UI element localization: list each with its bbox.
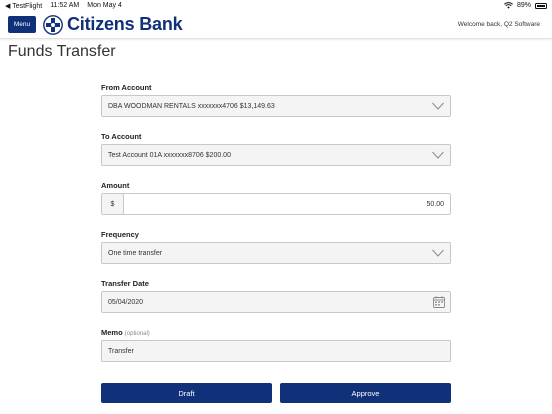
chevron-down-icon [432,151,444,159]
amount-input[interactable]: $ 50.00 [101,193,451,215]
memo-input[interactable]: Transfer [101,340,451,362]
frequency-select[interactable]: One time transfer [101,242,451,264]
chevron-down-icon [432,102,444,110]
from-account-label: From Account [101,83,152,92]
app-header: Menu Citizens Bank Welcome back, Q2 Soft… [0,11,552,39]
status-date: Mon May 4 [87,2,122,9]
status-bar: ◀ TestFlight 11:52 AM Mon May 4 89% [0,0,552,11]
citizens-logo-icon [43,14,63,35]
status-right: 89% [504,2,547,9]
back-to-app[interactable]: ◀ TestFlight [5,2,42,10]
from-account-select[interactable]: DBA WOODMAN RENTALS xxxxxxx4706 $13,149.… [101,95,451,117]
menu-button[interactable]: Menu [8,16,36,33]
memo-label: Memo (optional) [101,328,150,337]
memo-optional-text: (optional) [124,331,150,337]
frequency-value: One time transfer [108,249,163,257]
amount-value: 50.00 [426,200,444,208]
memo-value: Transfer [108,347,134,355]
chevron-down-icon [432,249,444,257]
status-left: ◀ TestFlight 11:52 AM Mon May 4 [5,2,122,10]
memo-label-text: Memo [101,328,123,337]
to-account-select[interactable]: Test Account 01A xxxxxxx8706 $200.00 [101,144,451,166]
battery-icon [535,2,547,9]
frequency-label: Frequency [101,230,139,239]
wifi-icon [504,2,513,9]
transfer-date-value: 05/04/2020 [108,298,144,306]
to-account-value: Test Account 01A xxxxxxx8706 $200.00 [108,151,231,159]
back-arrow-icon: ◀ [5,2,11,10]
draft-button[interactable]: Draft [101,383,272,403]
battery-percent: 89% [516,2,531,9]
calendar-icon[interactable] [433,296,445,308]
brand-logo[interactable]: Citizens Bank [43,14,183,35]
amount-label: Amount [101,181,130,190]
currency-prefix: $ [102,194,124,214]
approve-button[interactable]: Approve [280,383,451,403]
to-account-label: To Account [101,132,142,141]
back-app-label: TestFlight [12,2,43,10]
page-title: Funds Transfer [8,43,116,60]
brand-name: Citizens Bank [67,14,183,34]
transfer-date-label: Transfer Date [101,279,149,288]
from-account-value: DBA WOODMAN RENTALS xxxxxxx4706 $13,149.… [108,102,275,110]
welcome-text: Welcome back, Q2 Software [457,21,540,28]
status-time: 11:52 AM [50,2,80,9]
transfer-date-input[interactable]: 05/04/2020 [101,291,451,313]
